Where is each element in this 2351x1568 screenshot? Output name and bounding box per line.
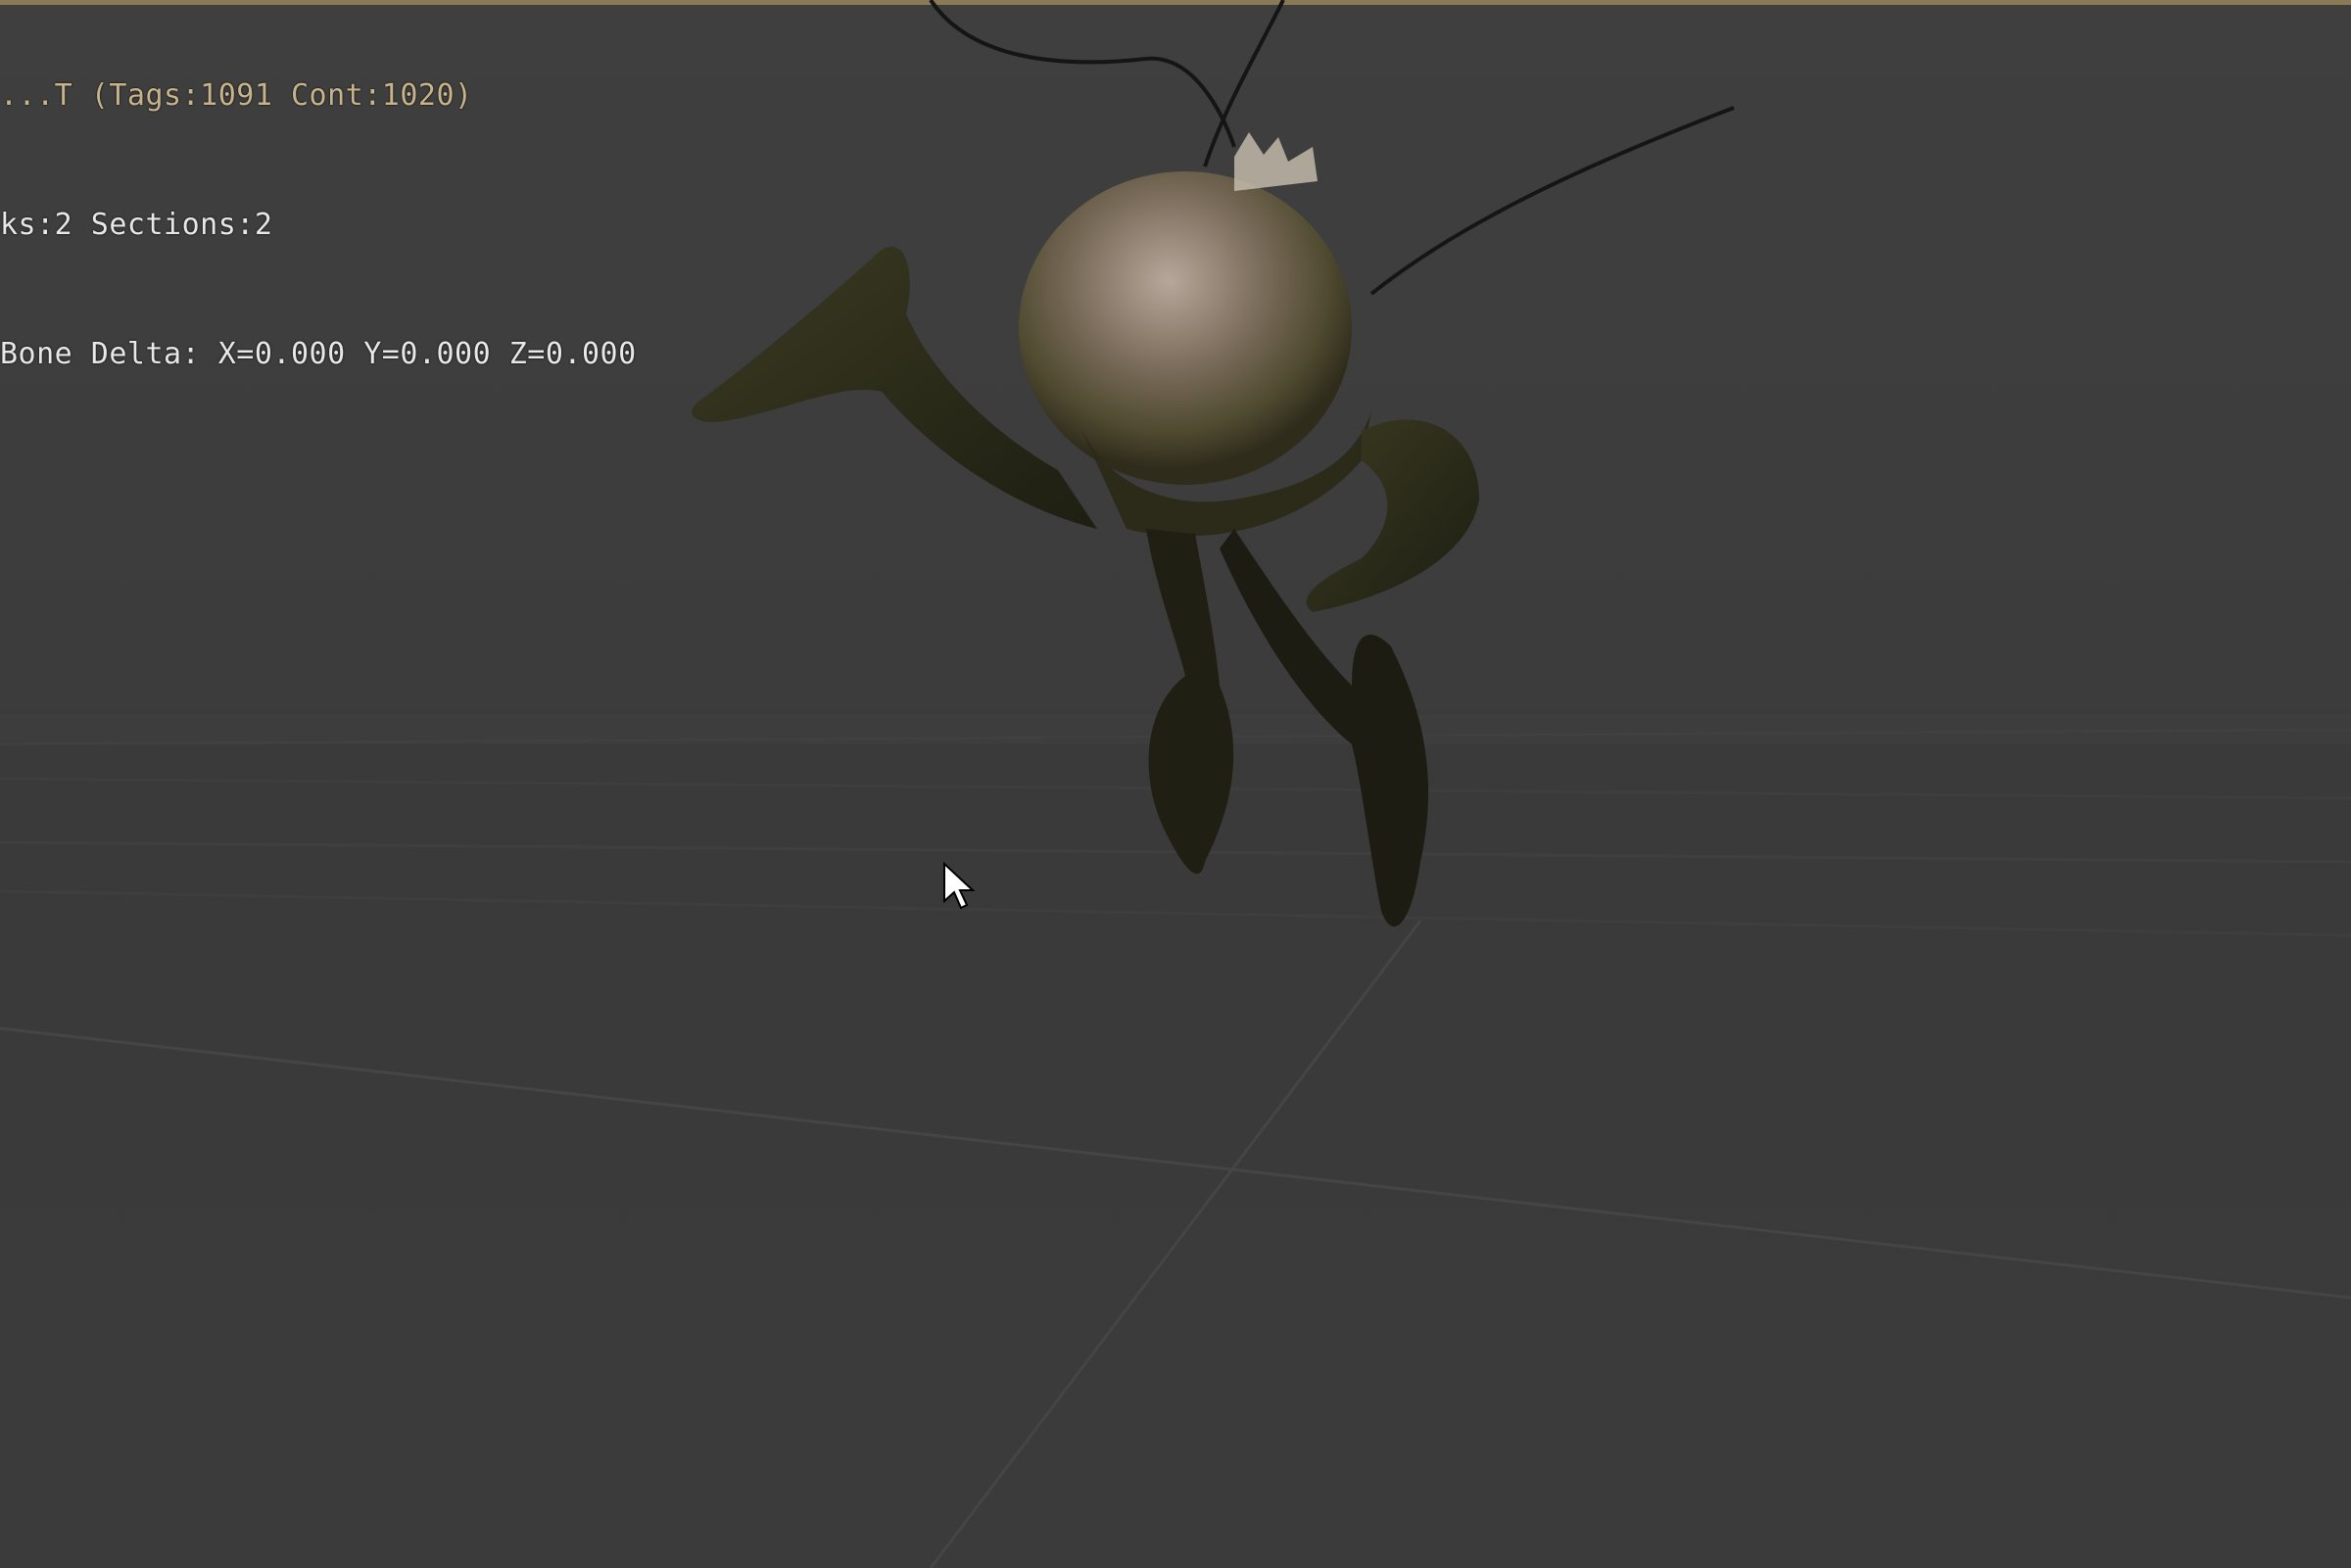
- mouse-pointer-icon: [943, 862, 976, 910]
- floor-grid: [0, 728, 2351, 1568]
- 3d-viewport[interactable]: ...T (Tags:1091 Cont:1020) ks:2 Sections…: [0, 0, 2351, 1568]
- creature-model: [692, 132, 1479, 927]
- viewport-scene: [0, 0, 2351, 1568]
